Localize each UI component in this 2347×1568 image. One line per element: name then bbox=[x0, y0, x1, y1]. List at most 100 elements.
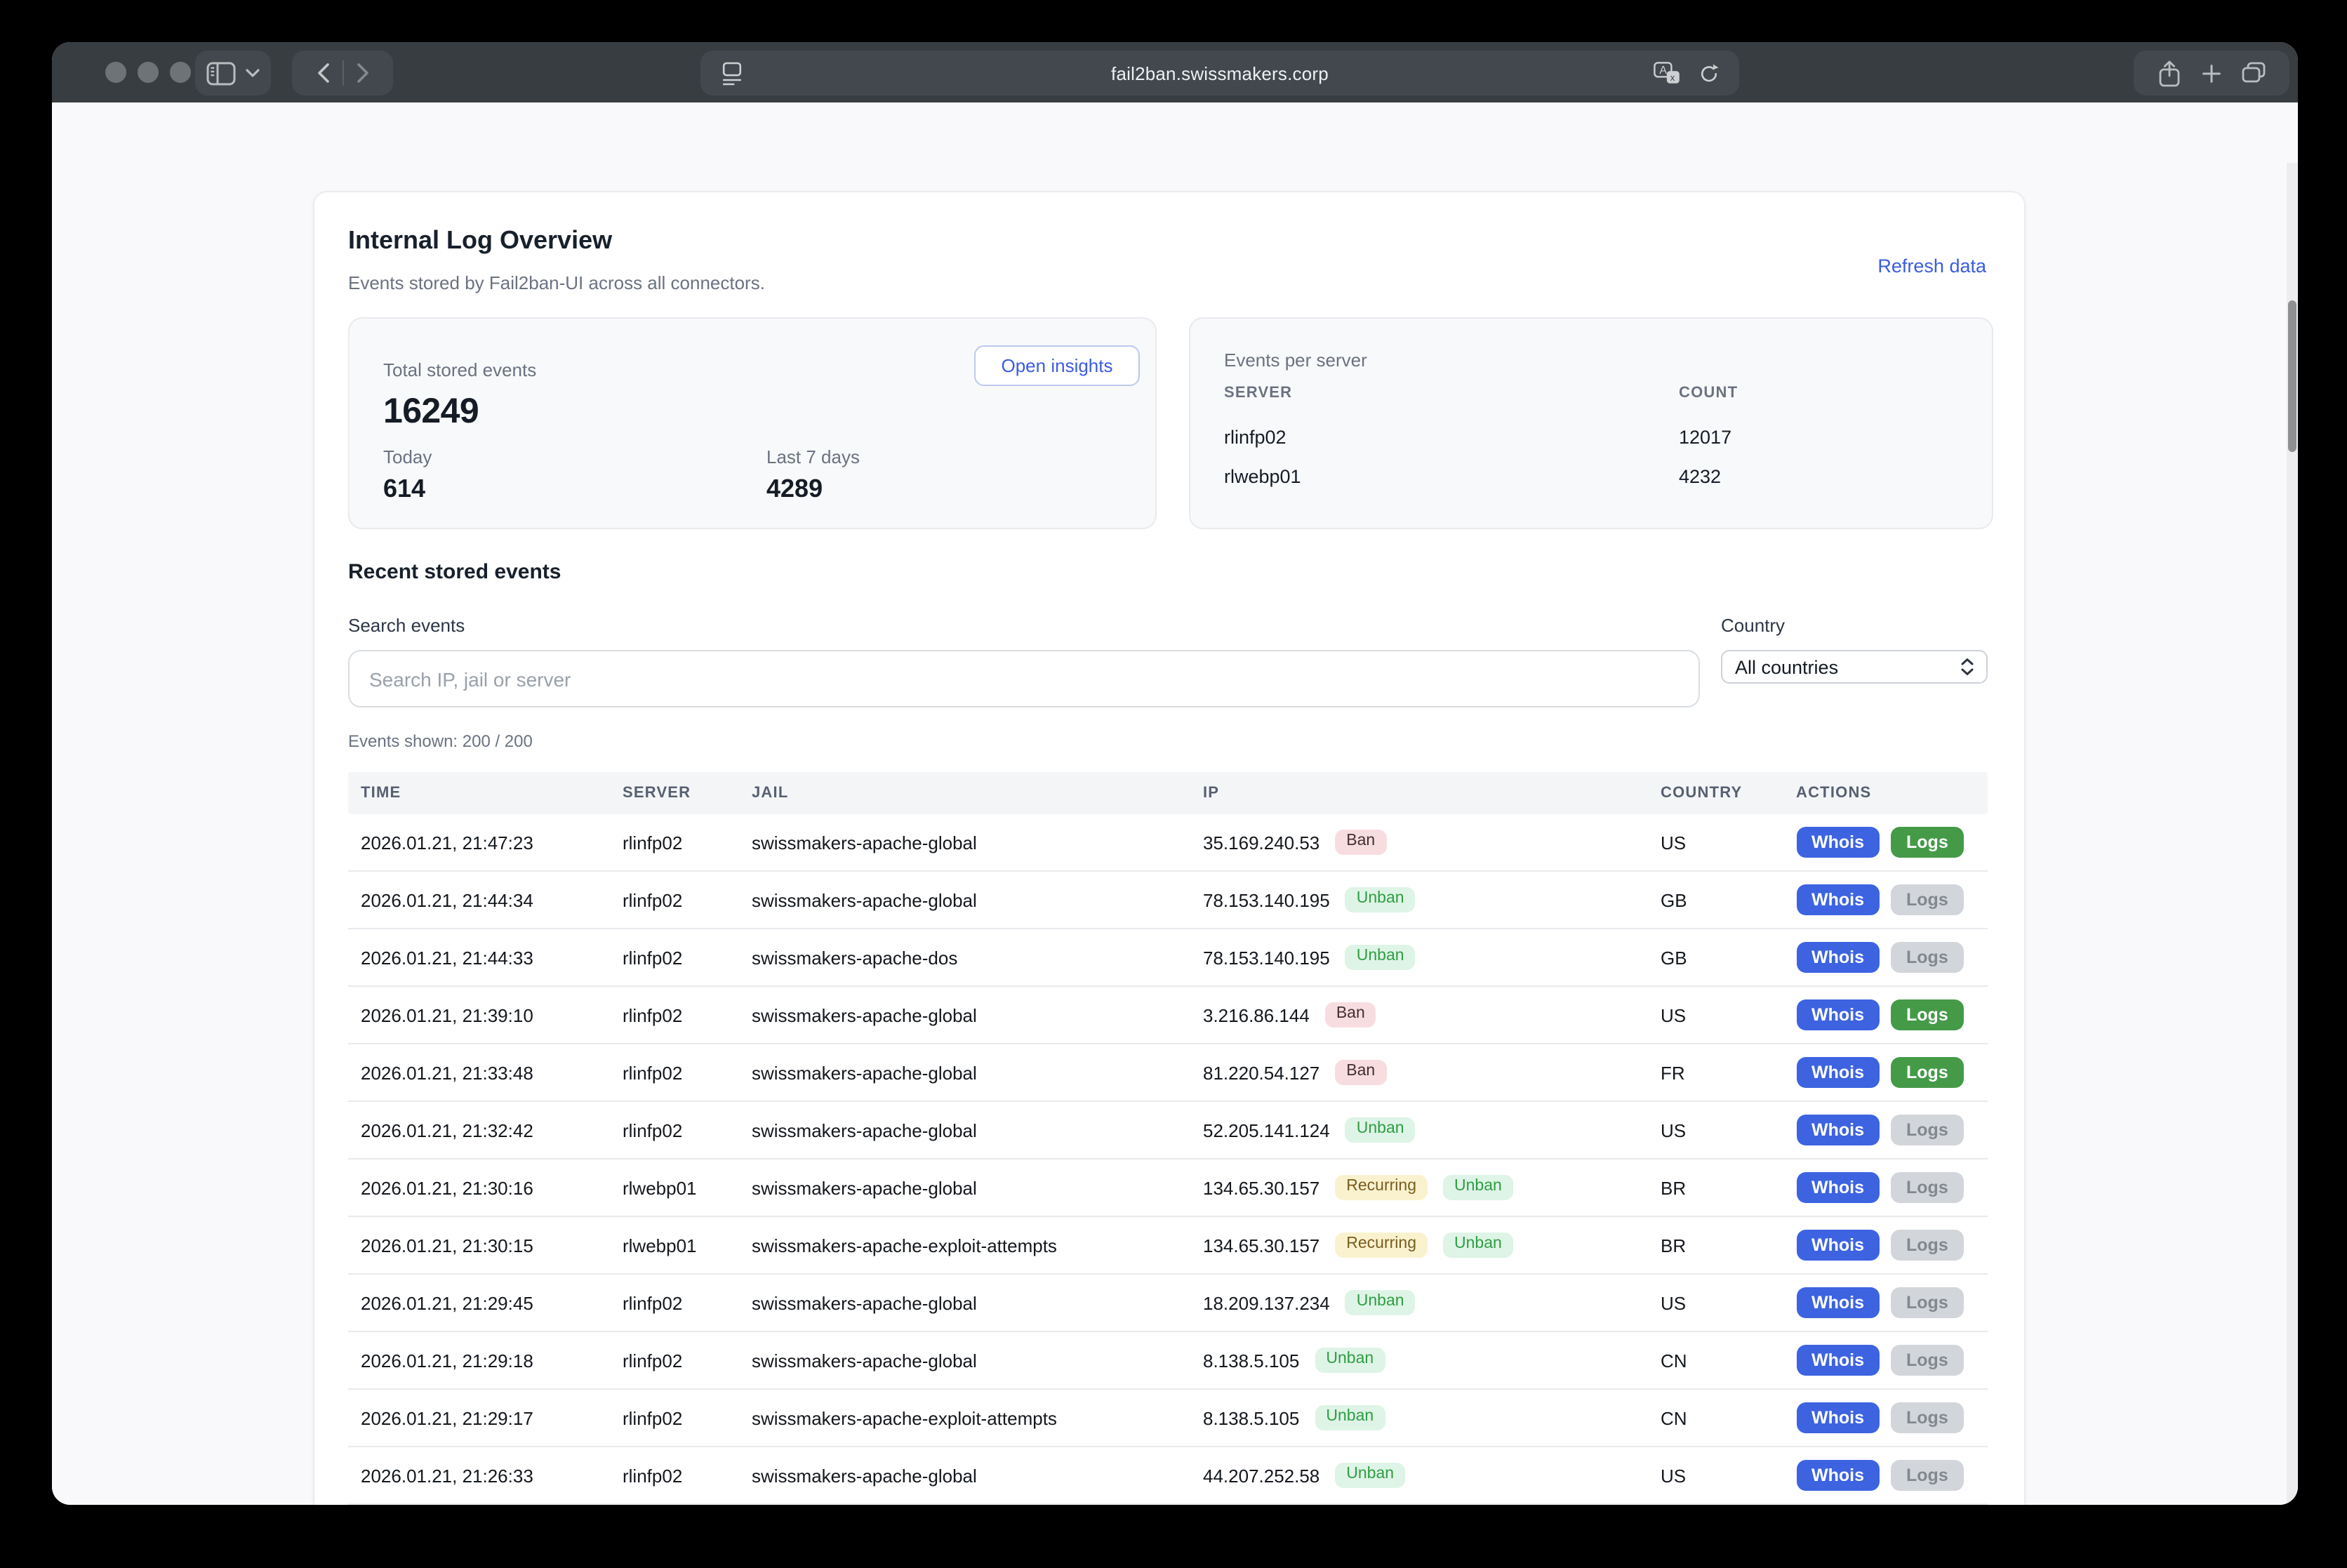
whois-button[interactable]: Whois bbox=[1796, 1230, 1880, 1261]
traffic-light-minimize-icon[interactable] bbox=[138, 62, 159, 83]
event-ip: 3.216.86.144 bbox=[1203, 1004, 1310, 1025]
event-row: 2026.01.21, 21:29:45rlinfp02swissmakers-… bbox=[348, 1275, 1988, 1332]
event-server: rlinfp02 bbox=[623, 832, 752, 853]
logs-button[interactable]: Logs bbox=[1891, 1460, 1964, 1491]
server-name: rlwebp01 bbox=[1224, 465, 1679, 486]
country-label: Country bbox=[1721, 615, 1785, 636]
event-jail: swissmakers-apache-global bbox=[752, 1350, 1203, 1371]
event-row: 2026.01.21, 21:47:23rlinfp02swissmakers-… bbox=[348, 814, 1988, 872]
event-country: US bbox=[1661, 1465, 1796, 1486]
event-server: rlinfp02 bbox=[623, 947, 752, 968]
badge-unban: Unban bbox=[1345, 1291, 1416, 1315]
event-country: US bbox=[1661, 1119, 1796, 1141]
event-server: rlinfp02 bbox=[623, 1119, 752, 1141]
whois-button[interactable]: Whois bbox=[1796, 999, 1880, 1031]
badge-unban: Unban bbox=[1345, 1118, 1416, 1143]
search-input[interactable] bbox=[348, 650, 1700, 707]
country-select[interactable]: All countries bbox=[1721, 650, 1988, 684]
whois-button[interactable]: Whois bbox=[1796, 1172, 1880, 1204]
logs-button[interactable]: Logs bbox=[1891, 827, 1964, 858]
logs-button[interactable]: Logs bbox=[1891, 1402, 1964, 1434]
logs-button[interactable]: Logs bbox=[1891, 1287, 1964, 1319]
event-country: US bbox=[1661, 1004, 1796, 1025]
whois-button[interactable]: Whois bbox=[1796, 827, 1880, 858]
per-server-header: SERVER COUNT bbox=[1224, 385, 1958, 401]
search-events-label: Search events bbox=[348, 615, 465, 636]
badge-ban: Ban bbox=[1325, 1003, 1376, 1028]
logs-button[interactable]: Logs bbox=[1891, 942, 1964, 974]
chevron-down-icon[interactable] bbox=[246, 51, 260, 95]
server-count: 4232 bbox=[1679, 465, 1958, 486]
sidebar-icon[interactable] bbox=[206, 51, 236, 95]
whois-button[interactable]: Whois bbox=[1796, 884, 1880, 916]
event-country: BR bbox=[1661, 1235, 1796, 1256]
event-server: rlinfp02 bbox=[623, 1407, 752, 1428]
event-jail: swissmakers-apache-exploit-attempts bbox=[752, 1235, 1203, 1256]
event-actions: Whois Logs bbox=[1796, 884, 1988, 916]
event-actions: Whois Logs bbox=[1796, 999, 1988, 1031]
translate-icon[interactable]: A x bbox=[1654, 62, 1680, 86]
whois-button[interactable]: Whois bbox=[1796, 1460, 1880, 1491]
address-bar[interactable]: fail2ban.swissmakers.corp A x bbox=[700, 51, 1739, 95]
event-ip-cell: 52.205.141.124 Unban bbox=[1203, 1118, 1661, 1143]
event-row: 2026.01.21, 21:39:10rlinfp02swissmakers-… bbox=[348, 987, 1988, 1044]
event-time: 2026.01.21, 21:30:15 bbox=[361, 1235, 623, 1256]
event-ip: 78.153.140.195 bbox=[1203, 889, 1330, 910]
event-country: BR bbox=[1661, 1177, 1796, 1198]
select-chevrons-icon bbox=[1961, 658, 1974, 675]
whois-button[interactable]: Whois bbox=[1796, 1115, 1880, 1146]
logs-button[interactable]: Logs bbox=[1891, 1115, 1964, 1146]
event-time: 2026.01.21, 21:30:16 bbox=[361, 1177, 623, 1198]
event-row: 2026.01.21, 21:26:33rlinfp02swissmakers-… bbox=[348, 1447, 1988, 1505]
logs-button[interactable]: Logs bbox=[1891, 1172, 1964, 1204]
badge-unban: Unban bbox=[1443, 1233, 1513, 1258]
tabs-overview-icon[interactable] bbox=[2241, 51, 2265, 95]
event-time: 2026.01.21, 21:33:48 bbox=[361, 1062, 623, 1083]
browser-titlebar: fail2ban.swissmakers.corp A x bbox=[52, 42, 2298, 104]
last7-value: 4289 bbox=[766, 474, 823, 504]
logs-button[interactable]: Logs bbox=[1891, 999, 1964, 1031]
event-server: rlinfp02 bbox=[623, 1350, 752, 1371]
open-insights-button[interactable]: Open insights bbox=[974, 345, 1140, 386]
whois-button[interactable]: Whois bbox=[1796, 942, 1880, 974]
event-ip-cell: 78.153.140.195Unban bbox=[1203, 945, 1661, 970]
badge-unban: Unban bbox=[1443, 1176, 1513, 1200]
screen: fail2ban.swissmakers.corp A x bbox=[0, 0, 2347, 1568]
column-ip: IP bbox=[1203, 785, 1661, 802]
new-tab-icon[interactable] bbox=[2202, 51, 2221, 95]
event-ip: 134.65.30.157 bbox=[1203, 1177, 1319, 1198]
badge-ban: Ban bbox=[1335, 830, 1386, 855]
logs-button[interactable]: Logs bbox=[1891, 1230, 1964, 1261]
whois-button[interactable]: Whois bbox=[1796, 1057, 1880, 1089]
share-icon[interactable] bbox=[2158, 51, 2182, 95]
traffic-light-close-icon[interactable] bbox=[105, 62, 126, 83]
event-ip-cell: 35.169.240.53Ban bbox=[1203, 830, 1661, 855]
event-jail: swissmakers-apache-global bbox=[752, 1004, 1203, 1025]
event-jail: swissmakers-apache-global bbox=[752, 889, 1203, 910]
back-icon[interactable] bbox=[317, 51, 329, 95]
event-time: 2026.01.21, 21:44:34 bbox=[361, 889, 623, 910]
event-ip: 52.205.141.124 bbox=[1203, 1119, 1330, 1141]
event-ip-cell: 81.220.54.127Ban bbox=[1203, 1061, 1661, 1085]
refresh-data-link[interactable]: Refresh data bbox=[1877, 255, 1986, 277]
whois-button[interactable]: Whois bbox=[1796, 1402, 1880, 1434]
event-actions: Whois Logs bbox=[1796, 1460, 1988, 1491]
event-time: 2026.01.21, 21:29:17 bbox=[361, 1407, 623, 1428]
logs-button[interactable]: Logs bbox=[1891, 1057, 1964, 1089]
country-select-value: All countries bbox=[1735, 656, 1838, 677]
whois-button[interactable]: Whois bbox=[1796, 1345, 1880, 1376]
badge-unban: Unban bbox=[1315, 1406, 1385, 1430]
logs-button[interactable]: Logs bbox=[1891, 1345, 1964, 1376]
event-actions: Whois Logs bbox=[1796, 1230, 1988, 1261]
event-jail: swissmakers-apache-exploit-attempts bbox=[752, 1407, 1203, 1428]
traffic-light-zoom-icon[interactable] bbox=[170, 62, 191, 83]
whois-button[interactable]: Whois bbox=[1796, 1287, 1880, 1319]
column-server: SERVER bbox=[1224, 385, 1679, 401]
forward-icon[interactable] bbox=[356, 51, 368, 95]
event-actions: Whois Logs bbox=[1796, 942, 1988, 974]
badge-recurring: Recurring bbox=[1335, 1176, 1428, 1200]
event-actions: Whois Logs bbox=[1796, 1172, 1988, 1204]
scrollbar-thumb[interactable] bbox=[2288, 300, 2296, 452]
logs-button[interactable]: Logs bbox=[1891, 884, 1964, 916]
reload-icon[interactable] bbox=[1698, 63, 1720, 84]
